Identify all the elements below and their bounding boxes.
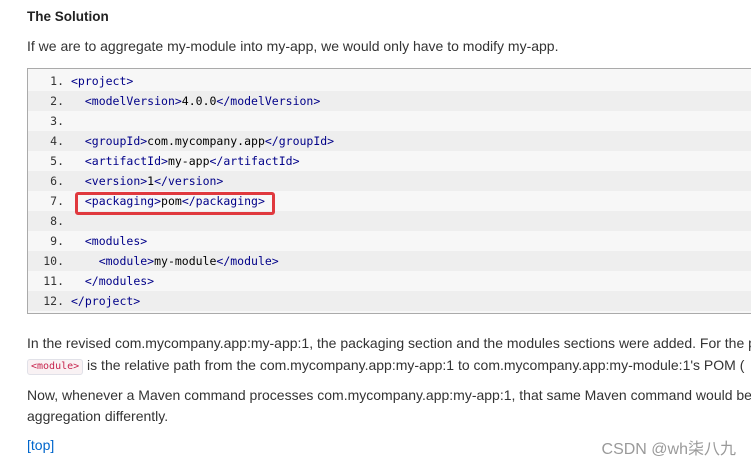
xml-open-tag: <module>	[98, 254, 155, 268]
maven-paragraph-line-2: aggregation differently.	[27, 408, 169, 424]
xml-open-tag: </modules>	[84, 274, 155, 288]
maven-paragraph-line-1: Now, whenever a Maven command processes …	[27, 387, 751, 403]
revised-paragraph-line-2: <module> is the relative path from the c…	[27, 355, 744, 376]
line-number: 2.	[50, 94, 64, 108]
xml-close-tag: </module>	[216, 254, 279, 268]
revised-paragraph-line-2-text: is the relative path from the com.mycomp…	[83, 357, 745, 373]
code-line: 11. </modules>	[28, 271, 751, 291]
line-number: 3.	[50, 114, 64, 128]
code-line: 3.	[28, 111, 751, 131]
xml-open-tag: <version>	[84, 174, 148, 188]
code-content: <project>	[71, 71, 133, 91]
code-block: 1. <project> 2. <modelVersion>4.0.0</model…	[27, 68, 751, 314]
code-content: <module>my-module</module>	[71, 251, 279, 271]
line-number: 11.	[43, 274, 64, 288]
code-line: 10. <module>my-module</module>	[28, 251, 751, 271]
code-line: 2. <modelVersion>4.0.0</modelVersion>	[28, 91, 751, 111]
xml-close-tag: </groupId>	[264, 134, 335, 148]
code-content: </modules>	[71, 271, 154, 291]
xml-close-tag: </artifactId>	[209, 154, 300, 168]
xml-open-tag: <modules>	[84, 234, 148, 248]
xml-close-tag: </version>	[154, 174, 224, 188]
line-number: 6.	[50, 174, 64, 188]
xml-text: my-module	[154, 254, 217, 268]
code-line: 1. <project>	[28, 71, 751, 91]
xml-text: my-app	[167, 154, 210, 168]
xml-text: 4.0.0	[181, 94, 217, 108]
xml-close-tag: </modelVersion>	[216, 94, 321, 108]
code-line: 9. <modules>	[28, 231, 751, 251]
code-content: <artifactId>my-app</artifactId>	[71, 151, 300, 171]
xml-open-tag: <project>	[71, 74, 134, 88]
code-line: 5. <artifactId>my-app</artifactId>	[28, 151, 751, 171]
line-number: 9.	[50, 234, 64, 248]
module-inline-code: <module>	[27, 359, 84, 375]
line-number: 4.	[50, 134, 64, 148]
line-number: 8.	[50, 214, 64, 228]
revised-paragraph-line-1: In the revised com.mycompany.app:my-app:…	[27, 335, 751, 351]
xml-open-tag: <artifactId>	[84, 154, 168, 168]
xml-open-tag: <modelVersion>	[84, 94, 182, 108]
line-number: 10.	[43, 254, 64, 268]
line-number: 1.	[50, 74, 64, 88]
code-line: 12. </project>	[28, 291, 751, 311]
code-content: <modelVersion>4.0.0</modelVersion>	[71, 91, 320, 111]
code-content: <modules>	[71, 231, 147, 251]
top-link[interactable]: [top]	[27, 437, 54, 453]
xml-open-tag: <groupId>	[84, 134, 148, 148]
code-line: 6. <version>1</version>	[28, 171, 751, 191]
section-heading: The Solution	[27, 9, 109, 24]
csdn-watermark: CSDN @wh柒八九	[601, 441, 736, 458]
line-number: 5.	[50, 154, 64, 168]
code-line: 4. <groupId>com.mycompany.app</groupId>	[28, 131, 751, 151]
code-content: </project>	[71, 291, 140, 311]
code-content: <version>1</version>	[71, 171, 224, 191]
line-number: 7.	[50, 194, 64, 208]
xml-open-tag: </project>	[71, 294, 141, 308]
packaging-highlight-box	[75, 192, 275, 215]
code-lines: 1. <project> 2. <modelVersion>4.0.0</model…	[28, 69, 751, 311]
line-number: 12.	[43, 294, 64, 308]
code-content: <groupId>com.mycompany.app</groupId>	[71, 131, 334, 151]
intro-paragraph: If we are to aggregate my-module into my…	[27, 38, 559, 54]
xml-text: com.mycompany.app	[147, 134, 265, 148]
